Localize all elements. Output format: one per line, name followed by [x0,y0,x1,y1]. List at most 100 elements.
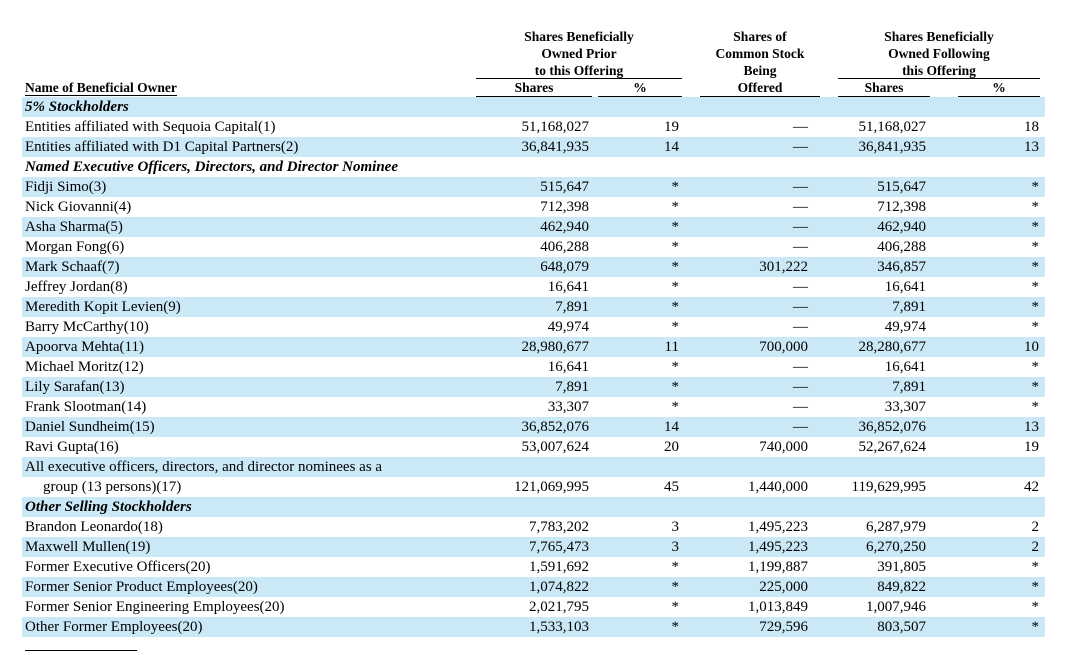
table-row: Brandon Leonardo(18) 7,783,202 3 1,495,223 6… [22,517,1045,537]
header-line: Offered [700,79,820,97]
shares-prior-cell: 7,765,473 [529,539,589,555]
section-heading: Named Executive Officers, Directors, and… [25,159,399,175]
owner-name: group (13 persons)(17) [43,479,182,495]
shares-following-cell: 346,857 [877,259,926,275]
shares-offered-cell: 729,596 [759,619,808,635]
pct-following-cell: * [1031,379,1040,395]
table-row: Michael Moritz(12) 16,641 * — 16,641 * [22,357,1045,377]
table-row: Daniel Sundheim(15) 36,852,076 14 — 36,852,0… [22,417,1045,437]
shares-following-cell: 36,841,935 [858,139,927,155]
pct-following-cell: * [1031,579,1040,595]
column-header-shares-following: Shares [838,79,930,97]
shares-offered-cell: 700,000 [759,339,808,355]
pct-prior-cell: 3 [671,539,680,555]
pct-following-cell: * [1031,619,1040,635]
shares-offered-cell: — [793,419,808,435]
owner-name: Former Executive Officers(20) [25,559,211,575]
shares-following-cell: 6,270,250 [866,539,926,555]
header-line: this Offering [902,63,976,78]
section-heading: Other Selling Stockholders [25,499,192,515]
shares-offered-cell: — [793,399,808,415]
owner-name: Ravi Gupta(16) [25,439,119,455]
table-row: group (13 persons)(17) 121,069,995 45 1,440… [22,477,1045,497]
shares-offered-cell: 1,495,223 [748,539,808,555]
table-row: Entities affiliated with D1 Capital Part… [22,137,1045,157]
pct-following-cell: 13 [1024,139,1039,155]
column-header-pct-following: % [958,79,1040,97]
shares-prior-cell: 712,398 [540,199,589,215]
shares-following-cell: 51,168,027 [858,119,927,135]
table-row: Mark Schaaf(7) 648,079 * 301,222 346,857 * [22,257,1045,277]
shares-following-cell: 52,267,624 [858,439,927,455]
shares-prior-cell: 1,591,692 [529,559,589,575]
shares-prior-cell: 33,307 [547,399,589,415]
shares-offered-cell: 1,199,887 [748,559,808,575]
pct-following-cell: 2 [1031,519,1040,535]
section-row: Other Selling Stockholders [22,497,1045,517]
owner-name: Michael Moritz(12) [25,359,144,375]
shares-following-cell: 119,629,995 [851,479,926,495]
shares-prior-cell: 7,783,202 [529,519,589,535]
pct-prior-cell: 20 [664,439,679,455]
pct-following-cell: * [1031,279,1040,295]
owner-name: Fidji Simo(3) [25,179,107,195]
header-line: Shares Beneficially [524,29,634,44]
shares-offered-cell: 740,000 [759,439,808,455]
table-row: Maxwell Mullen(19) 7,765,473 3 1,495,223 6,2… [22,537,1045,557]
shares-following-cell: 406,288 [877,239,926,255]
table-row: Jeffrey Jordan(8) 16,641 * — 16,641 * [22,277,1045,297]
shares-prior-cell: 53,007,624 [521,439,590,455]
table-row: Barry McCarthy(10) 49,974 * — 49,974 * [22,317,1045,337]
shares-following-cell: 28,280,677 [858,339,927,355]
shares-prior-cell: 36,841,935 [521,139,590,155]
table-row: Lily Sarafan(13) 7,891 * — 7,891 * [22,377,1045,397]
shares-prior-cell: 16,641 [547,279,589,295]
pct-following-cell: 13 [1024,419,1039,435]
shares-prior-cell: 51,168,027 [521,119,590,135]
column-header-shares-prior: Shares [476,79,592,97]
column-header-name: Name of Beneficial Owner [25,79,177,96]
shares-offered-cell: — [793,359,808,375]
owner-name: Jeffrey Jordan(8) [25,279,128,295]
pct-following-cell: * [1031,199,1040,215]
shares-following-cell: 16,641 [884,279,926,295]
shares-following-cell: 33,307 [884,399,926,415]
shares-offered-cell: 225,000 [759,579,808,595]
header-line: Owned Prior [541,46,617,61]
shares-prior-cell: 462,940 [540,219,589,235]
owner-name: Daniel Sundheim(15) [25,419,155,435]
pct-following-cell: 10 [1024,339,1039,355]
pct-following-cell: * [1031,359,1040,375]
shares-following-cell: 515,647 [877,179,926,195]
shares-prior-cell: 406,288 [540,239,589,255]
table-row: Apoorva Mehta(11) 28,980,677 11 700,000 28,2… [22,337,1045,357]
shares-following-cell: 7,891 [892,299,926,315]
pct-following-cell: * [1031,179,1040,195]
pct-prior-cell: * [671,559,680,575]
pct-prior-cell: * [671,279,680,295]
pct-prior-cell: * [671,299,680,315]
column-header-name-text: Name of Beneficial Owner [25,80,177,96]
pct-following-cell: * [1031,259,1040,275]
shares-offered-cell: — [793,199,808,215]
header-line: Shares of [733,29,787,44]
owner-name: Meredith Kopit Levien(9) [25,299,181,315]
shares-offered-cell: 301,222 [759,259,808,275]
pct-prior-cell: 14 [664,419,679,435]
owner-name: Frank Slootman(14) [25,399,147,415]
header-line: to this Offering [534,63,624,78]
table-row: Frank Slootman(14) 33,307 * — 33,307 * [22,397,1045,417]
shares-offered-cell: — [793,279,808,295]
section-row: 5% Stockholders [22,97,1045,117]
shares-following-cell: 16,641 [884,359,926,375]
owner-name: Morgan Fong(6) [25,239,125,255]
pct-prior-cell: * [671,379,680,395]
owner-name: Brandon Leonardo(18) [25,519,163,535]
shares-following-cell: 49,974 [884,319,926,335]
pct-following-cell: * [1031,239,1040,255]
owner-name: All executive officers, directors, and d… [25,459,383,475]
owner-name: Former Senior Product Employees(20) [25,579,258,595]
owner-name: Lily Sarafan(13) [25,379,125,395]
beneficial-ownership-table: Shares Beneficially Owned Prior to this … [0,0,1068,655]
shares-offered-cell: 1,495,223 [748,519,808,535]
